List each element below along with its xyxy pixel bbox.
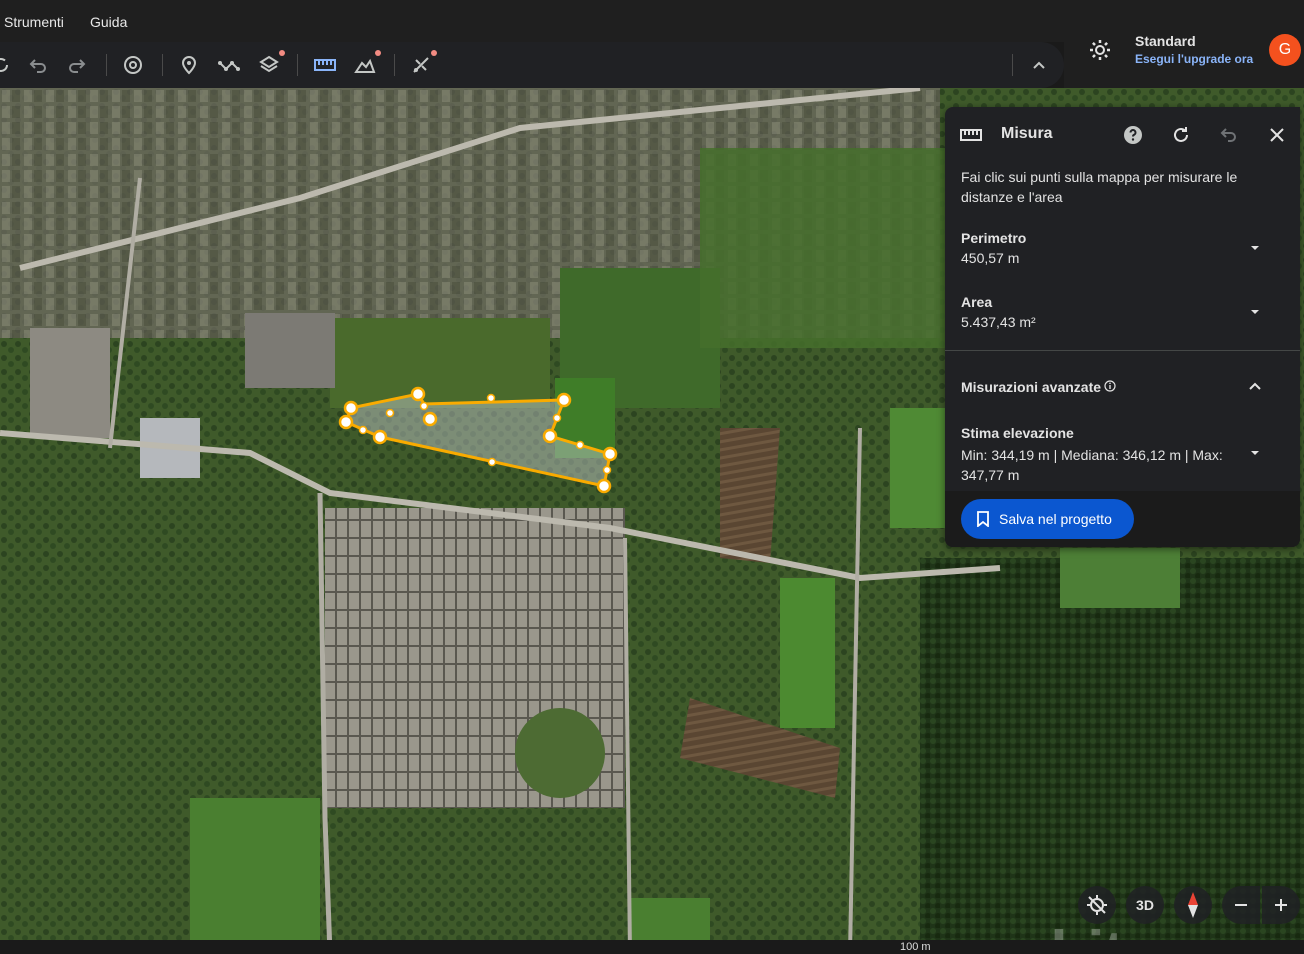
section-divider — [945, 350, 1300, 351]
ruler-icon[interactable] — [312, 52, 338, 78]
area-value: 5.437,43 m² — [961, 314, 1036, 330]
advanced-measurements-label[interactable]: Misurazioni avanzate — [961, 379, 1101, 395]
historical-imagery-icon[interactable] — [120, 52, 146, 78]
save-to-project-button[interactable]: Salva nel progetto — [961, 499, 1134, 539]
help-icon[interactable] — [1121, 123, 1145, 147]
toolbar-divider — [106, 54, 107, 76]
zoom-in-icon[interactable] — [1262, 886, 1300, 924]
measure-panel: Misura Fai clic sui punti sulla mappa pe… — [945, 107, 1300, 547]
avatar[interactable]: G — [1269, 34, 1301, 66]
layers-icon[interactable] — [256, 52, 282, 78]
perimeter-value: 450,57 m — [961, 250, 1020, 266]
notification-dot — [375, 50, 381, 56]
toggle-3d-button[interactable]: 3D — [1126, 886, 1164, 924]
toolbar — [0, 42, 1064, 88]
account-header: Standard Esegui l'upgrade ora G — [1064, 26, 1304, 88]
undo-icon[interactable] — [25, 52, 51, 78]
satellite-tools-icon[interactable] — [408, 52, 434, 78]
notification-dot — [279, 50, 285, 56]
area-label: Area — [961, 294, 993, 310]
toolbar-divider — [297, 54, 298, 76]
menu-guida[interactable]: Guida — [90, 14, 127, 30]
upgrade-link[interactable]: Esegui l'upgrade ora — [1135, 52, 1253, 66]
elevation-value: Min: 344,19 m | Mediana: 346,12 m | Max:… — [961, 447, 1223, 483]
save-button-label: Salva nel progetto — [999, 511, 1112, 527]
toolbar-divider — [394, 54, 395, 76]
redo-icon[interactable] — [64, 52, 90, 78]
elevation-profile-icon[interactable] — [352, 52, 378, 78]
elevation-label: Stima elevazione — [961, 425, 1074, 441]
collapse-toolbar-icon[interactable] — [1026, 52, 1052, 78]
area-expand-icon[interactable] — [1248, 305, 1262, 319]
perimeter-expand-icon[interactable] — [1248, 241, 1262, 255]
zoom-out-icon[interactable] — [1222, 886, 1260, 924]
status-footer: 100 m — [0, 940, 1304, 954]
scale-label: 100 m — [900, 941, 931, 953]
info-icon[interactable] — [1104, 380, 1116, 392]
bookmark-icon — [977, 511, 989, 527]
plan-name: Standard — [1135, 33, 1196, 49]
panel-description: Fai clic sui punti sulla mappa per misur… — [961, 169, 1238, 205]
panel-title: Misura — [1001, 125, 1053, 142]
reload-icon[interactable] — [0, 52, 14, 78]
perimeter-label: Perimetro — [961, 230, 1027, 246]
reset-icon[interactable] — [1169, 123, 1193, 147]
toolbar-divider — [162, 54, 163, 76]
toolbar-divider — [1012, 54, 1013, 76]
add-placemark-icon[interactable] — [176, 52, 202, 78]
compass-icon[interactable] — [1174, 886, 1212, 924]
close-icon[interactable] — [1265, 123, 1289, 147]
collapse-advanced-icon[interactable] — [1248, 380, 1262, 394]
settings-gear-icon[interactable] — [1088, 38, 1112, 62]
location-off-icon[interactable] — [1078, 886, 1116, 924]
ruler-icon — [959, 123, 983, 147]
undo-icon[interactable] — [1217, 123, 1241, 147]
add-path-icon[interactable] — [216, 52, 242, 78]
menu-strumenti[interactable]: Strumenti — [4, 14, 64, 30]
elevation-expand-icon[interactable] — [1248, 446, 1262, 460]
notification-dot — [431, 50, 437, 56]
